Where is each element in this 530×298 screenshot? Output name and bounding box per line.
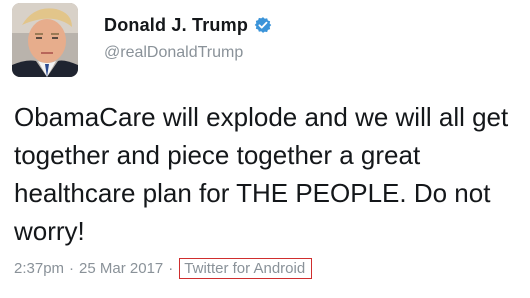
- tweet-meta: 2:37pm · 25 Mar 2017 · Twitter for Andro…: [14, 255, 313, 281]
- tweet-source-link[interactable]: Twitter for Android: [179, 257, 313, 279]
- meta-separator: ·: [168, 259, 174, 277]
- tweet-text: ObamaCare will explode and we will all g…: [14, 102, 509, 246]
- avatar[interactable]: [12, 3, 78, 77]
- name-row: Donald J. Trump: [104, 12, 272, 38]
- display-name[interactable]: Donald J. Trump: [104, 15, 248, 36]
- tweet-time[interactable]: 2:37pm: [14, 260, 64, 277]
- user-handle[interactable]: @realDonaldTrump: [104, 44, 243, 62]
- tweet-card: Donald J. Trump @realDonaldTrump ObamaCa…: [0, 0, 530, 298]
- avatar-photo: [12, 3, 78, 77]
- tweet-date[interactable]: 25 Mar 2017: [79, 260, 163, 277]
- meta-separator: ·: [69, 259, 75, 277]
- verified-badge-icon: [254, 16, 272, 34]
